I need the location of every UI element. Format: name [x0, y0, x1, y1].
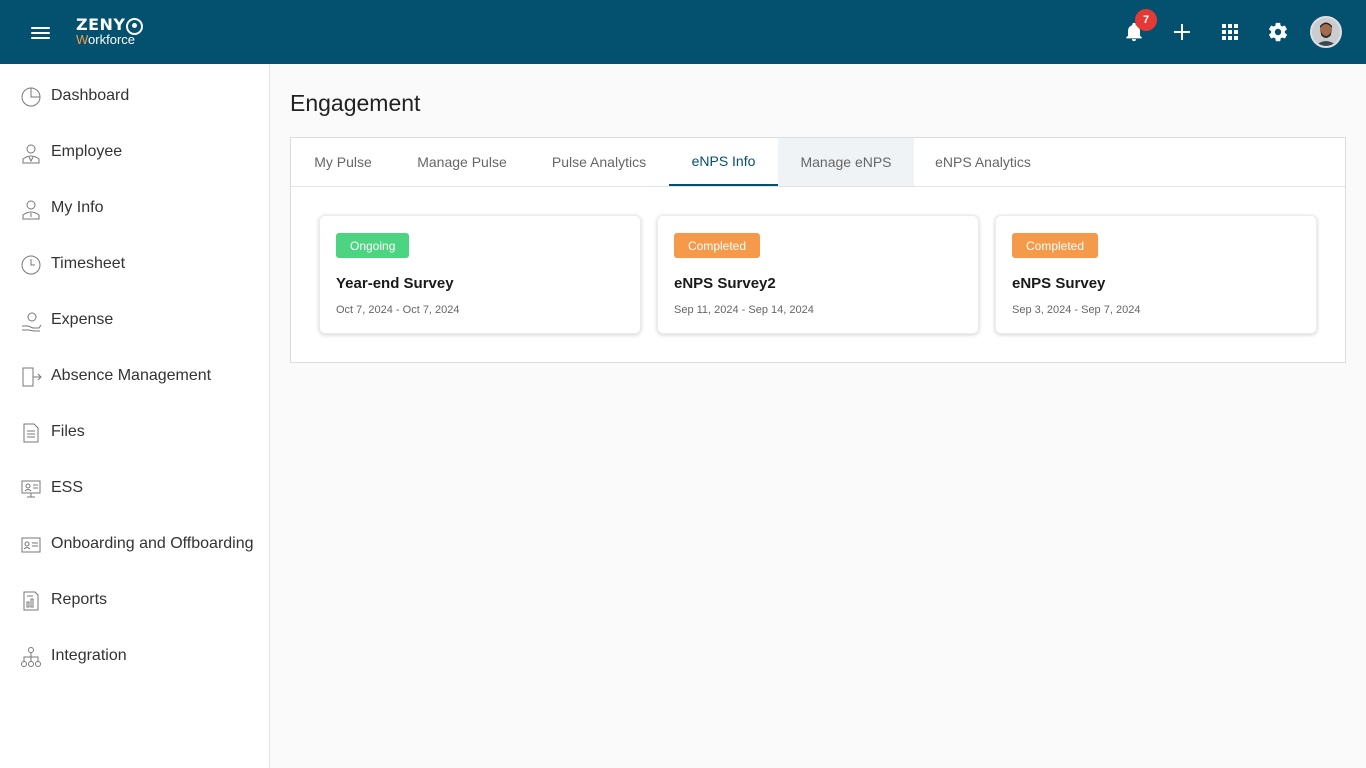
monitor-user-icon [21, 480, 41, 498]
report-icon [23, 591, 39, 611]
hierarchy-icon [21, 647, 41, 667]
sidebar-item-label: Dashboard [51, 87, 130, 104]
app-logo[interactable]: ZENY Workforce [76, 16, 148, 48]
survey-title: Year-end Survey [336, 275, 454, 292]
apps-grid-icon [1222, 24, 1238, 40]
survey-card[interactable]: Completed eNPS Survey2 Sep 11, 2024 - Se… [657, 215, 979, 334]
status-badge: Completed [674, 233, 761, 258]
tab-manage-pulse[interactable]: Manage Pulse [395, 138, 529, 186]
avatar-image [1312, 18, 1340, 46]
gear-icon [1269, 22, 1287, 42]
sidebar-item-onboarding[interactable]: Onboarding and Offboarding [0, 516, 269, 572]
employee-icon [22, 144, 40, 164]
survey-card[interactable]: Ongoing Year-end Survey Oct 7, 2024 - Oc… [319, 215, 641, 334]
status-badge: Completed [1012, 233, 1099, 258]
status-badge: Ongoing [336, 233, 410, 258]
survey-dates: Sep 3, 2024 - Sep 7, 2024 [1012, 304, 1141, 316]
menu-icon[interactable] [24, 20, 56, 44]
tab-pulse-analytics[interactable]: Pulse Analytics [529, 138, 669, 186]
sidebar-item-files[interactable]: Files [0, 404, 269, 460]
sidebar-item-label: My Info [51, 199, 104, 216]
survey-dates: Sep 11, 2024 - Sep 14, 2024 [674, 304, 814, 316]
engagement-panel: My Pulse Manage Pulse Pulse Analytics eN… [290, 137, 1346, 363]
sidebar-item-label: Absence Management [51, 367, 212, 384]
sidebar-item-dashboard[interactable]: Dashboard [0, 68, 269, 124]
sidebar-item-label: ESS [51, 479, 84, 496]
sidebar-item-timesheet[interactable]: Timesheet [0, 236, 269, 292]
user-info-icon [22, 200, 40, 220]
sidebar-item-employee[interactable]: Employee [0, 124, 269, 180]
sidebar-item-absence-management[interactable]: Absence Management [0, 348, 269, 404]
settings-button[interactable] [1264, 18, 1292, 46]
survey-title: eNPS Survey [1012, 275, 1106, 292]
logo-subtitle: Workforce [76, 32, 136, 47]
clock-icon [21, 255, 41, 275]
sidebar-item-label: Onboarding and Offboarding [51, 535, 254, 552]
tab-my-pulse[interactable]: My Pulse [291, 138, 395, 186]
tab-manage-enps[interactable]: Manage eNPS [778, 138, 914, 186]
sidebar: Dashboard Employee My Info Timesheet Exp… [0, 64, 270, 768]
add-button[interactable] [1168, 18, 1196, 46]
sidebar-item-label: Expense [51, 311, 114, 328]
page-title: Engagement [290, 90, 421, 116]
survey-title: eNPS Survey2 [674, 275, 776, 292]
pie-chart-icon [21, 87, 41, 107]
money-hand-icon [22, 312, 42, 332]
tab-enps-info[interactable]: eNPS Info [669, 138, 778, 186]
sidebar-item-reports[interactable]: Reports [0, 572, 269, 628]
file-icon [23, 423, 39, 443]
notification-badge: 7 [1135, 9, 1157, 31]
id-card-icon [21, 537, 41, 553]
user-avatar[interactable] [1310, 16, 1342, 48]
sidebar-item-expense[interactable]: Expense [0, 292, 269, 348]
sidebar-item-label: Timesheet [51, 255, 126, 272]
sidebar-item-label: Reports [51, 591, 108, 608]
survey-card[interactable]: Completed eNPS Survey Sep 3, 2024 - Sep … [995, 215, 1317, 334]
tab-bar: My Pulse Manage Pulse Pulse Analytics eN… [291, 138, 1345, 187]
plus-icon [1174, 24, 1190, 40]
top-bar: ZENY Workforce 7 [0, 0, 1366, 64]
apps-button[interactable] [1216, 18, 1244, 46]
exit-door-icon [22, 367, 42, 387]
sidebar-item-label: Employee [51, 143, 123, 160]
sidebar-item-my-info[interactable]: My Info [0, 180, 269, 236]
sidebar-item-label: Integration [51, 647, 127, 664]
sidebar-item-integration[interactable]: Integration [0, 628, 269, 684]
tab-enps-analytics[interactable]: eNPS Analytics [914, 138, 1052, 186]
sidebar-item-label: Files [51, 423, 85, 440]
sidebar-item-ess[interactable]: ESS [0, 460, 269, 516]
survey-dates: Oct 7, 2024 - Oct 7, 2024 [336, 304, 460, 316]
